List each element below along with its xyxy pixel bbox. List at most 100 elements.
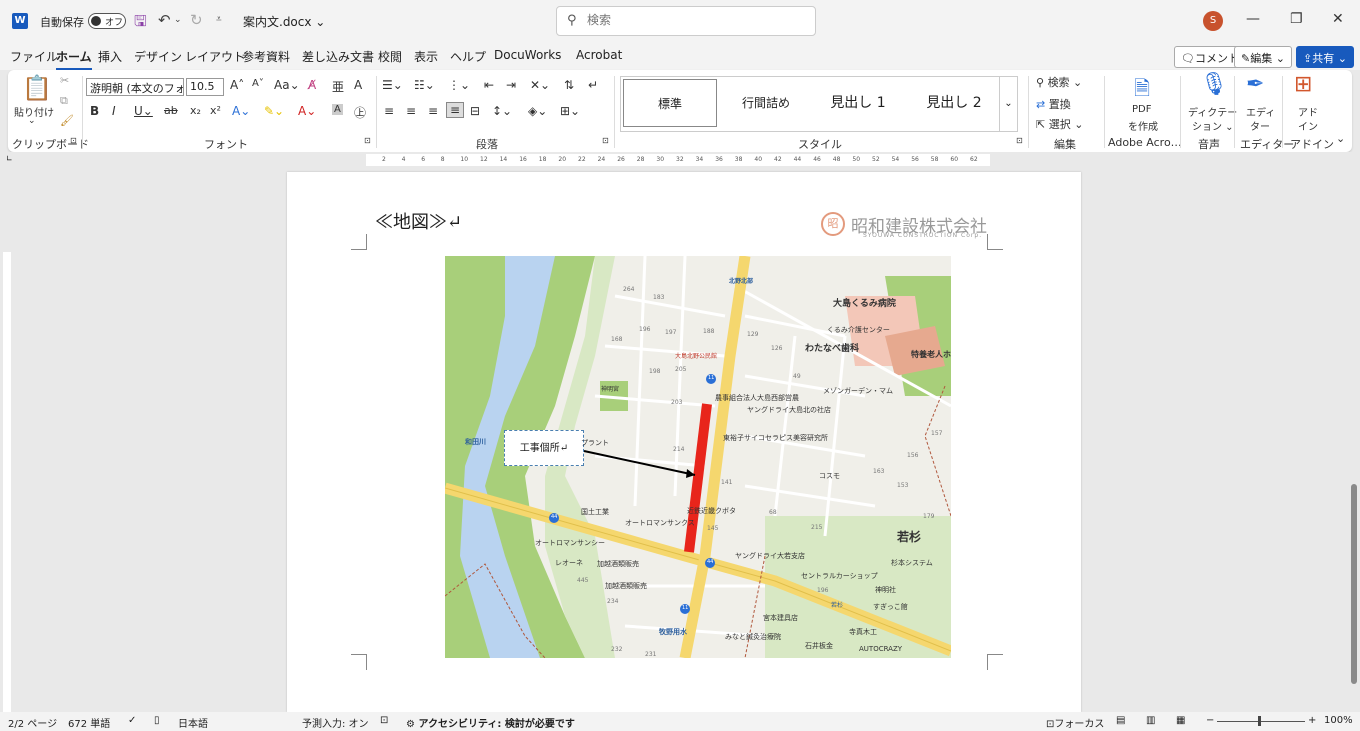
zoom-in-icon[interactable]: +: [1308, 715, 1316, 726]
zoom-slider[interactable]: [1217, 721, 1305, 722]
tab-view[interactable]: 表示: [414, 48, 438, 65]
search-box[interactable]: ⚲: [556, 6, 816, 36]
user-avatar[interactable]: S: [1203, 11, 1223, 31]
bullets-icon[interactable]: ☰⌄: [382, 78, 403, 92]
align-center-icon[interactable]: ≡: [406, 104, 416, 118]
tab-file[interactable]: ファイル: [10, 48, 58, 65]
style-gallery-more-icon[interactable]: ⌄: [999, 77, 1017, 131]
borders-icon[interactable]: ⊞⌄: [560, 104, 580, 118]
clear-format-icon[interactable]: A̸: [308, 78, 316, 92]
edit-mode-button[interactable]: ✎編集 ⌄: [1234, 46, 1292, 68]
tab-references[interactable]: 参考資料: [242, 48, 290, 65]
style-normal[interactable]: 標準: [623, 79, 717, 127]
read-mode-icon[interactable]: ▤: [1116, 715, 1125, 726]
save-icon[interactable]: 🖫: [134, 11, 147, 36]
grow-font-icon[interactable]: A˄: [230, 78, 244, 92]
addins-icon[interactable]: ⊞: [1294, 72, 1312, 97]
tab-acrobat[interactable]: Acrobat: [576, 48, 622, 62]
highlight-icon[interactable]: ✎⌄: [264, 104, 284, 118]
line-spacing-icon[interactable]: ↕⌄: [492, 104, 512, 118]
page-count[interactable]: 2/2 ページ: [8, 715, 57, 730]
cut-icon[interactable]: ✂: [60, 74, 69, 87]
text-effect-icon[interactable]: A⌄: [232, 104, 250, 118]
char-border-icon[interactable]: A: [354, 78, 362, 92]
tab-home[interactable]: ホーム: [56, 48, 92, 70]
font-color-icon[interactable]: A⌄: [298, 104, 316, 118]
share-button[interactable]: ⇪共有 ⌄: [1296, 46, 1354, 68]
copy-icon[interactable]: ⧉: [60, 94, 68, 108]
align-left-icon[interactable]: ≡: [384, 104, 394, 118]
undo-icon[interactable]: ↶: [158, 11, 171, 29]
collapse-ribbon-icon[interactable]: ⌄: [1336, 132, 1345, 145]
find-button[interactable]: ⚲ 検索 ⌄: [1036, 74, 1082, 90]
minimize-icon[interactable]: —: [1246, 11, 1260, 27]
autosave-toggle[interactable]: オフ: [88, 13, 126, 29]
tab-insert[interactable]: 挿入: [98, 48, 122, 65]
tab-selector-icon[interactable]: ∟: [6, 154, 13, 163]
styles-launcher-icon[interactable]: ⊡: [1016, 136, 1023, 145]
bold-icon[interactable]: B: [90, 104, 99, 118]
restore-icon[interactable]: ❐: [1290, 11, 1303, 27]
justify-icon[interactable]: ≡: [446, 102, 465, 118]
search-input[interactable]: [587, 13, 807, 27]
phonetic-guide-icon[interactable]: 亜: [332, 78, 344, 95]
addins-label-1[interactable]: アド: [1298, 104, 1318, 119]
distributed-icon[interactable]: ⊟: [470, 104, 480, 118]
accessibility-status[interactable]: ⚙ アクセシビリティ: 検討が必要です: [406, 715, 575, 730]
tab-layout[interactable]: レイアウト: [185, 48, 245, 65]
asian-layout-icon[interactable]: ✕⌄: [530, 78, 550, 92]
vertical-ruler-scale[interactable]: [3, 252, 11, 712]
macro-icon[interactable]: ⊡: [380, 715, 388, 726]
pdf-label-1[interactable]: PDF: [1132, 104, 1151, 115]
zoom-level[interactable]: 100%: [1324, 715, 1353, 726]
dictation-label-1[interactable]: ディクテー: [1188, 104, 1237, 119]
editor-icon[interactable]: ✒: [1246, 72, 1264, 97]
scrollbar-thumb[interactable]: [1351, 484, 1357, 684]
change-case-icon[interactable]: Aa⌄: [274, 78, 300, 92]
editor-label-2[interactable]: ター: [1250, 118, 1270, 133]
paste-dropdown-icon[interactable]: ⌄: [28, 116, 36, 126]
format-painter-icon[interactable]: 🖌: [60, 114, 74, 127]
numbering-icon[interactable]: ☷⌄: [414, 78, 435, 92]
underline-icon[interactable]: U⌄: [134, 104, 153, 118]
tab-design[interactable]: デザイン: [134, 48, 182, 65]
document-name[interactable]: 案内文.docx ⌄: [243, 13, 325, 30]
tab-docuworks[interactable]: DocuWorks: [494, 48, 561, 62]
predictive-input[interactable]: 予測入力: オン: [302, 715, 369, 730]
editor-label-1[interactable]: エディ: [1246, 104, 1275, 119]
clipboard-launcher-icon[interactable]: ⊡: [70, 136, 77, 145]
zoom-out-icon[interactable]: −: [1206, 715, 1214, 726]
addins-label-2[interactable]: イン: [1298, 118, 1318, 133]
print-layout-icon[interactable]: ▥: [1146, 715, 1155, 726]
style-heading-1[interactable]: 見出し 1: [811, 79, 905, 127]
style-heading-2[interactable]: 見出し 2: [907, 79, 1001, 127]
style-no-spacing[interactable]: 行間詰め: [719, 79, 813, 127]
map-image[interactable]: 工事個所↵ 北野北部 大島くるみ病院 くるみ介護センター わたなべ歯科 特養老人…: [445, 256, 951, 658]
italic-icon[interactable]: I: [112, 104, 116, 118]
align-right-icon[interactable]: ≡: [428, 104, 438, 118]
superscript-icon[interactable]: x²: [210, 104, 221, 117]
redo-icon[interactable]: ↻: [190, 11, 203, 29]
font-launcher-icon[interactable]: ⊡: [364, 136, 371, 145]
tab-help[interactable]: ヘルプ: [450, 48, 486, 65]
close-icon[interactable]: ✕: [1332, 11, 1344, 27]
document-page[interactable]: ≪地図≫↵ 昭 昭和建設株式会社 SYOUWA CONSTRUCTION Cor…: [287, 172, 1081, 712]
word-count[interactable]: 672 単語: [68, 715, 110, 730]
ruler-scale[interactable]: 2 4 6 8 10 12 14 16 18 20 22 24 26 28 30 32 34 36 38 40 42 44…: [366, 154, 990, 166]
font-name-combo[interactable]: 游明朝 (本文のフォ: [86, 78, 184, 96]
reading-icon[interactable]: ▯: [154, 715, 160, 726]
font-size-combo[interactable]: 10.5: [186, 78, 224, 96]
decrease-indent-icon[interactable]: ⇤: [484, 78, 494, 92]
pdf-create-icon[interactable]: 🗎: [1134, 74, 1150, 108]
increase-indent-icon[interactable]: ⇥: [506, 78, 516, 92]
subscript-icon[interactable]: x₂: [190, 104, 201, 117]
strikethrough-icon[interactable]: ab: [164, 104, 178, 117]
vertical-scrollbar[interactable]: [1348, 172, 1360, 710]
paragraph-launcher-icon[interactable]: ⊡: [602, 136, 609, 145]
enclosed-char-icon[interactable]: ㊤: [354, 104, 366, 121]
construction-callout[interactable]: 工事個所↵: [504, 430, 584, 466]
customize-toolbar-icon[interactable]: ⩡: [216, 14, 222, 25]
select-button[interactable]: ⇱ 選択 ⌄: [1036, 116, 1083, 132]
proofing-icon[interactable]: ✓: [128, 715, 136, 726]
multilevel-list-icon[interactable]: ⋮⌄: [448, 78, 470, 92]
